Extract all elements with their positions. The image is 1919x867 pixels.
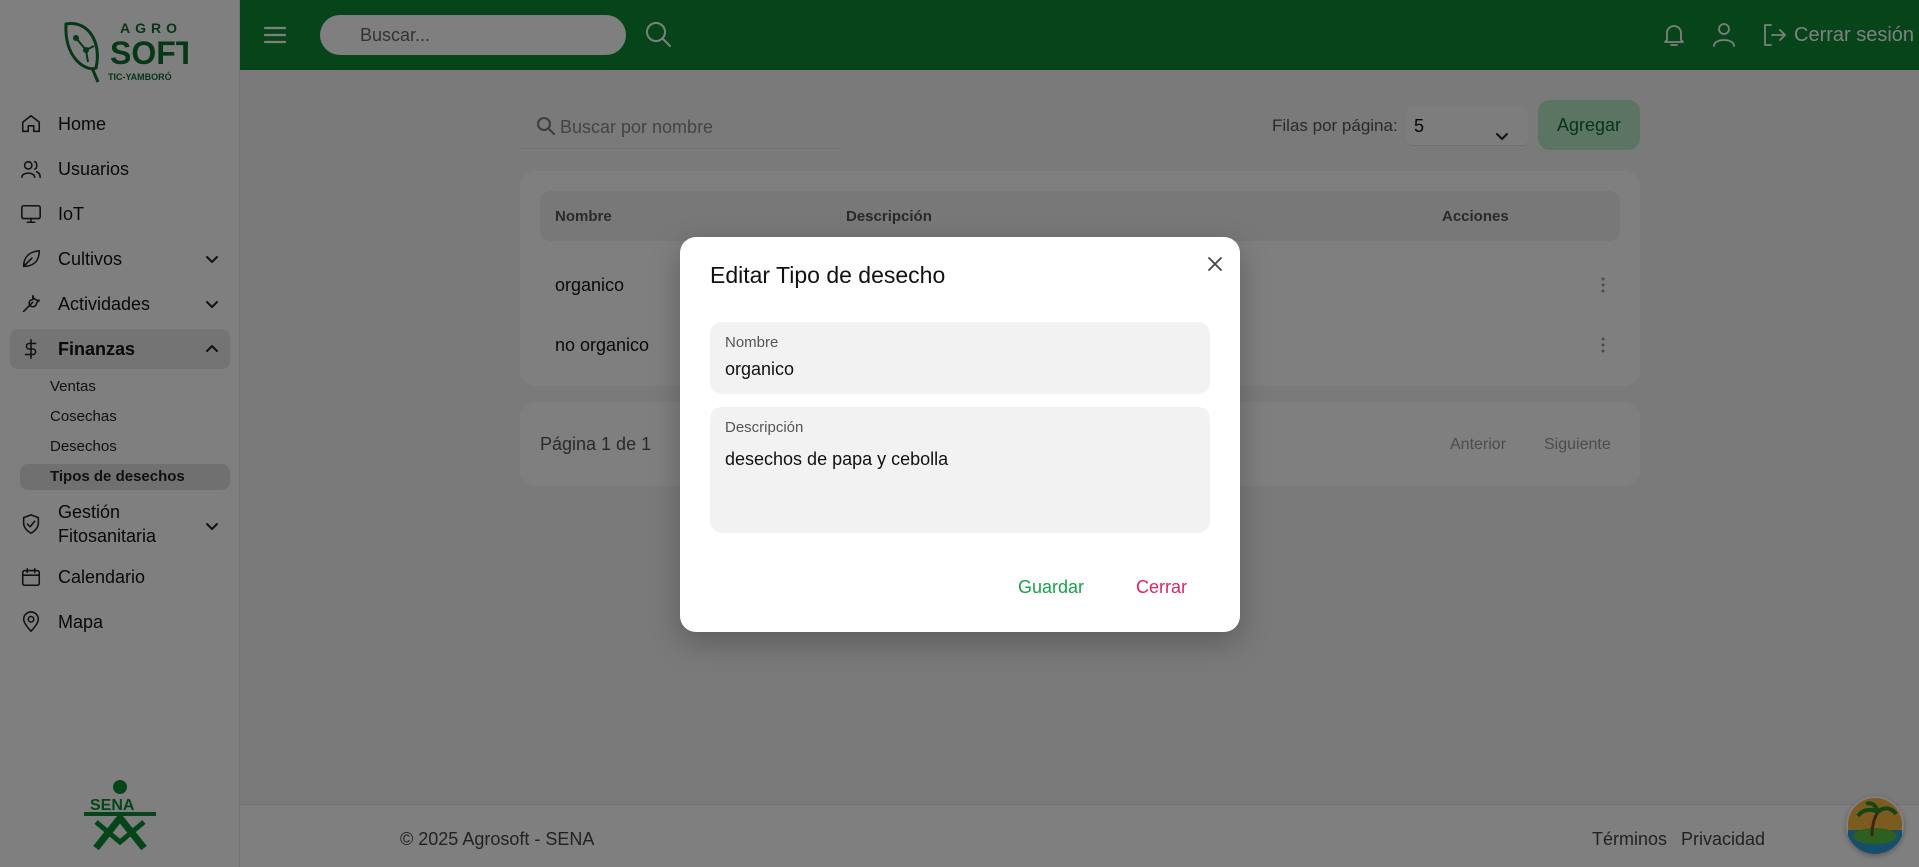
descripcion-field[interactable]: Descripción desechos de papa y cebolla [710,407,1210,533]
nombre-value[interactable]: organico [725,359,794,380]
close-icon[interactable] [1204,253,1226,275]
dialog-title: Editar Tipo de desecho [710,262,946,288]
edit-waste-type-dialog: Editar Tipo de desecho Nombre organico D… [680,237,1240,632]
nombre-field[interactable]: Nombre organico [710,322,1210,394]
close-button[interactable]: Cerrar [1136,577,1187,598]
descripcion-label: Descripción [725,419,804,436]
descripcion-value[interactable]: desechos de papa y cebolla [725,449,948,470]
save-button[interactable]: Guardar [1018,577,1084,598]
nombre-label: Nombre [725,334,779,351]
